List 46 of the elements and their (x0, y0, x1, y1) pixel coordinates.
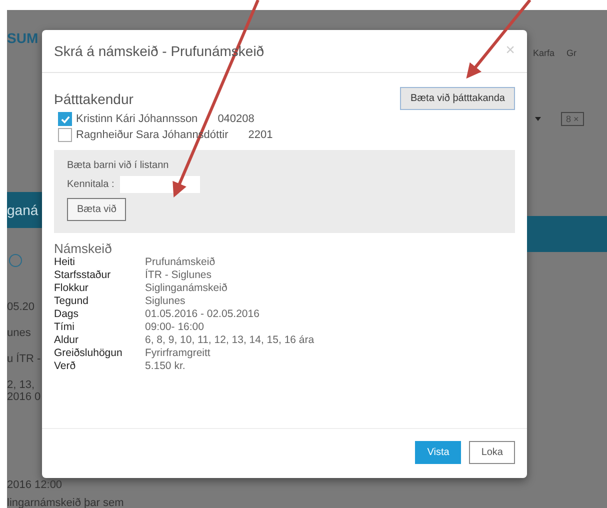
participants-heading: Þátttakendur (54, 90, 134, 106)
checkbox[interactable] (58, 128, 72, 142)
close-dialog-button[interactable]: Loka (469, 441, 515, 464)
add-child-heading: Bæta barni við í listann (67, 160, 170, 171)
field-label: Kennitala : (67, 179, 114, 190)
text-fragment: 2016 0 (7, 391, 42, 403)
detail-label: Greiðsluhögun (54, 347, 124, 359)
detail-label: Tegund (54, 295, 90, 307)
breadcrumb-item[interactable]: Gr (566, 48, 577, 58)
section-title-fragment: ganá (7, 202, 38, 218)
detail-value: 09:00- 16:00 (145, 321, 205, 333)
detail-value: Fyrirframgreitt (145, 347, 212, 359)
detail-value: Siglunes (145, 295, 186, 307)
breadcrumb-item[interactable]: Karfa (533, 48, 555, 58)
detail-label: Starfsstaður (54, 269, 112, 281)
detail-label: Aldur (54, 334, 80, 346)
text-fragment: 2, 13, (7, 379, 36, 391)
participant-id: 040208 (218, 113, 254, 125)
detail-label: Flokkur (54, 282, 90, 294)
text-fragment: 05.20 (7, 301, 36, 313)
detail-value: 6, 8, 9, 10, 11, 12, 13, 14, 15, 16 ára (145, 334, 316, 346)
detail-value: 5.150 kr. (145, 360, 186, 372)
close-button[interactable]: × (506, 42, 515, 60)
detail-label: Heiti (54, 256, 76, 268)
save-button[interactable]: Vista (415, 441, 462, 464)
detail-value: Prufunámskeið (145, 256, 216, 268)
kennitala-input-field[interactable] (120, 176, 200, 193)
detail-value: 01.05.2016 - 02.05.2016 (145, 308, 260, 320)
add-participant-button[interactable]: Bæta við þátttakanda (400, 87, 515, 110)
page-title-fragment: SUM (7, 30, 40, 46)
text-fragment: u ÍTR - (7, 353, 42, 365)
text-fragment: 2016 12:00 (7, 479, 64, 491)
detail-label: Dags (54, 308, 80, 320)
detail-label: Tími (54, 321, 76, 333)
detail-value: ÍTR - Siglunes (145, 269, 213, 281)
participant-id: 2201 (248, 129, 273, 141)
detail-value: Siglinganámskeið (145, 282, 228, 294)
participant-name: Kristinn Kári Jóhannsson (76, 113, 198, 125)
detail-label: Verð (54, 360, 77, 372)
caret-icon (535, 117, 541, 121)
checkbox[interactable] (58, 112, 72, 126)
text-fragment: unes (7, 327, 32, 339)
circle-icon (9, 254, 22, 267)
text-fragment: lingarnámskeið þar sem (7, 497, 125, 508)
add-button[interactable]: Bæta við (67, 198, 126, 221)
course-heading: Námskeið (54, 241, 113, 256)
